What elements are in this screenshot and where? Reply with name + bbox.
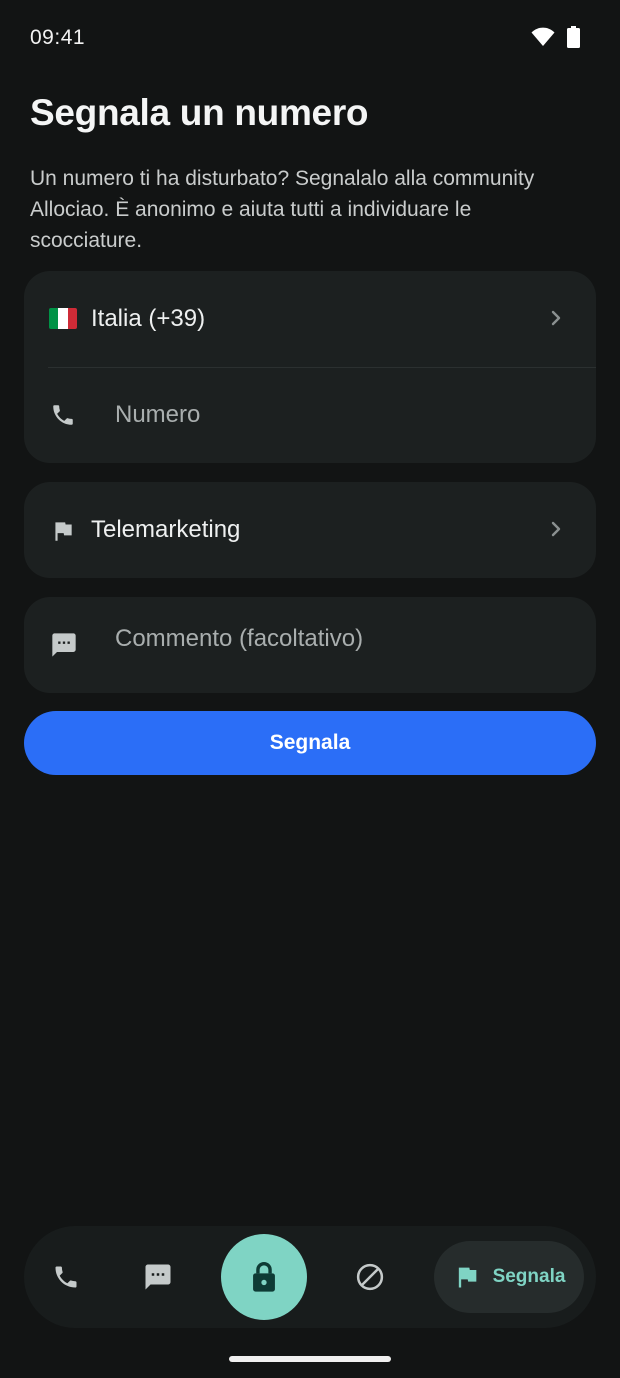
nav-messages[interactable]: [138, 1257, 178, 1297]
category-label: Telemarketing: [91, 516, 241, 543]
nav-report[interactable]: Segnala: [434, 1241, 584, 1313]
nav-blocked[interactable]: [350, 1257, 390, 1297]
country-label: Italia (+39): [91, 305, 206, 332]
lock-icon: [253, 1261, 275, 1292]
chevron-right-icon: [551, 310, 561, 326]
italy-flag-icon: [49, 308, 77, 329]
comment-placeholder: Commento (facoltativo): [115, 625, 364, 652]
chevron-right-icon: [551, 521, 561, 537]
flag-icon: [55, 522, 72, 541]
page-subtitle: Un numero ti ha disturbato? Segnalalo al…: [30, 167, 535, 252]
status-bar: 09:41: [0, 0, 620, 76]
category-selector[interactable]: Telemarketing: [24, 482, 596, 578]
number-field[interactable]: Numero: [24, 367, 596, 463]
comment-icon: [52, 633, 76, 657]
nav-calls[interactable]: [46, 1257, 86, 1297]
status-time: 09:41: [30, 26, 86, 49]
nav-lock[interactable]: [221, 1234, 307, 1320]
block-icon: [356, 1263, 384, 1291]
wifi-icon: [531, 27, 555, 46]
number-placeholder: Numero: [115, 401, 201, 428]
nav-report-label: Segnala: [492, 1266, 566, 1287]
battery-icon: [567, 26, 580, 48]
status-icons: [531, 26, 580, 48]
page-title: Segnala un numero: [30, 92, 369, 133]
comment-field[interactable]: Commento (facoltativo): [24, 597, 596, 693]
phone-number-card: Italia (+39) Numero: [24, 271, 596, 463]
bottom-navigation: Segnala: [24, 1226, 596, 1328]
home-indicator[interactable]: [229, 1356, 391, 1362]
country-selector[interactable]: Italia (+39): [24, 271, 596, 367]
phone-icon: [53, 405, 73, 425]
submit-report-button[interactable]: Segnala: [24, 711, 596, 775]
phone-icon: [55, 1266, 77, 1288]
message-icon: [145, 1264, 171, 1290]
flag-icon: [458, 1267, 476, 1288]
